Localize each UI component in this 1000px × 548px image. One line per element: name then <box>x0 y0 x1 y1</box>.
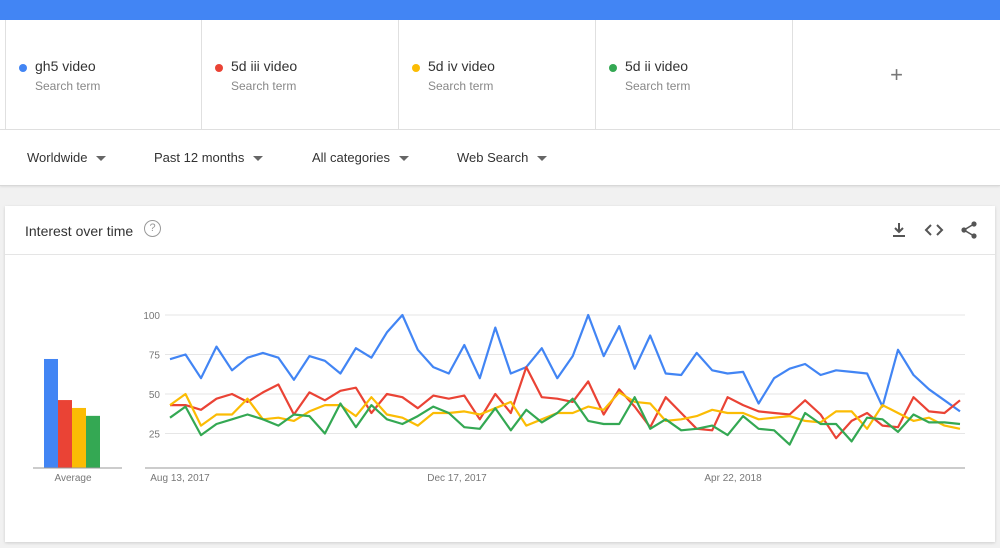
series-line <box>170 365 961 440</box>
category-dropdown[interactable]: All categories <box>312 150 410 165</box>
y-tick-label: 25 <box>149 430 161 441</box>
search-terms-bar: gh5 video Search term 5d iii video Searc… <box>0 20 1000 130</box>
interest-chart[interactable]: Average 25 50 75 100 Aug 13, 2017 Dec 17, 20… <box>5 255 995 542</box>
interest-over-time-card: Interest over time ? Average 25 50 75 100 A… <box>5 206 995 542</box>
term-color-dot <box>412 64 420 72</box>
search-type-label: Web Search <box>457 150 529 165</box>
time-range-label: Past 12 months <box>154 150 245 165</box>
caret-down-icon <box>399 156 410 162</box>
help-icon[interactable]: ? <box>144 220 161 237</box>
caret-down-icon <box>253 156 264 162</box>
download-icon[interactable] <box>889 220 909 240</box>
embed-icon[interactable] <box>924 220 944 240</box>
term-color-dot <box>19 64 27 72</box>
series-line <box>169 313 961 413</box>
average-label: Average <box>54 473 92 484</box>
plus-icon: + <box>890 61 903 87</box>
search-term-card[interactable]: 5d ii video Search term <box>596 20 793 129</box>
term-type: Search term <box>625 79 691 93</box>
y-tick-label: 50 <box>149 390 161 401</box>
y-tick-label: 75 <box>149 351 161 362</box>
y-tick-label: 100 <box>143 311 160 322</box>
x-tick-label: Aug 13, 2017 <box>150 473 210 484</box>
top-bar <box>0 0 1000 20</box>
term-type: Search term <box>428 79 494 93</box>
chart-lines <box>169 313 961 446</box>
search-term-card[interactable]: 5d iii video Search term <box>202 20 399 129</box>
term-color-dot <box>215 64 223 72</box>
x-tick-label: Dec 17, 2017 <box>427 473 487 484</box>
region-dropdown[interactable]: Worldwide <box>27 150 107 165</box>
caret-down-icon <box>537 156 548 162</box>
term-color-dot <box>609 64 617 72</box>
share-icon[interactable] <box>959 220 979 240</box>
search-term-card[interactable]: gh5 video Search term <box>5 20 202 129</box>
term-name[interactable]: 5d iii video <box>231 58 297 74</box>
series-line <box>169 391 961 430</box>
caret-down-icon <box>96 156 107 162</box>
card-title: Interest over time <box>25 223 134 239</box>
search-type-dropdown[interactable]: Web Search <box>457 150 548 165</box>
category-label: All categories <box>312 150 391 165</box>
search-term-card[interactable]: 5d iv video Search term <box>399 20 596 129</box>
time-range-dropdown[interactable]: Past 12 months <box>154 150 264 165</box>
term-type: Search term <box>231 79 297 93</box>
filter-bar: Worldwide Past 12 months All categories … <box>0 130 1000 186</box>
card-actions <box>889 220 979 240</box>
average-bar <box>58 400 72 468</box>
add-term-button[interactable]: + <box>793 20 1000 129</box>
average-bar <box>44 358 58 468</box>
term-type: Search term <box>35 79 101 93</box>
x-axis-labels: Aug 13, 2017 Dec 17, 2017 Apr 22, 2018 <box>150 473 762 484</box>
average-bar <box>86 415 100 468</box>
term-name[interactable]: 5d ii video <box>625 58 688 74</box>
card-header: Interest over time ? <box>5 206 995 255</box>
x-tick-label: Apr 22, 2018 <box>704 473 762 484</box>
average-bar <box>72 407 86 468</box>
term-name[interactable]: 5d iv video <box>428 58 495 74</box>
average-bars: Average <box>33 358 122 484</box>
region-label: Worldwide <box>27 150 88 165</box>
term-name[interactable]: gh5 video <box>35 58 96 74</box>
